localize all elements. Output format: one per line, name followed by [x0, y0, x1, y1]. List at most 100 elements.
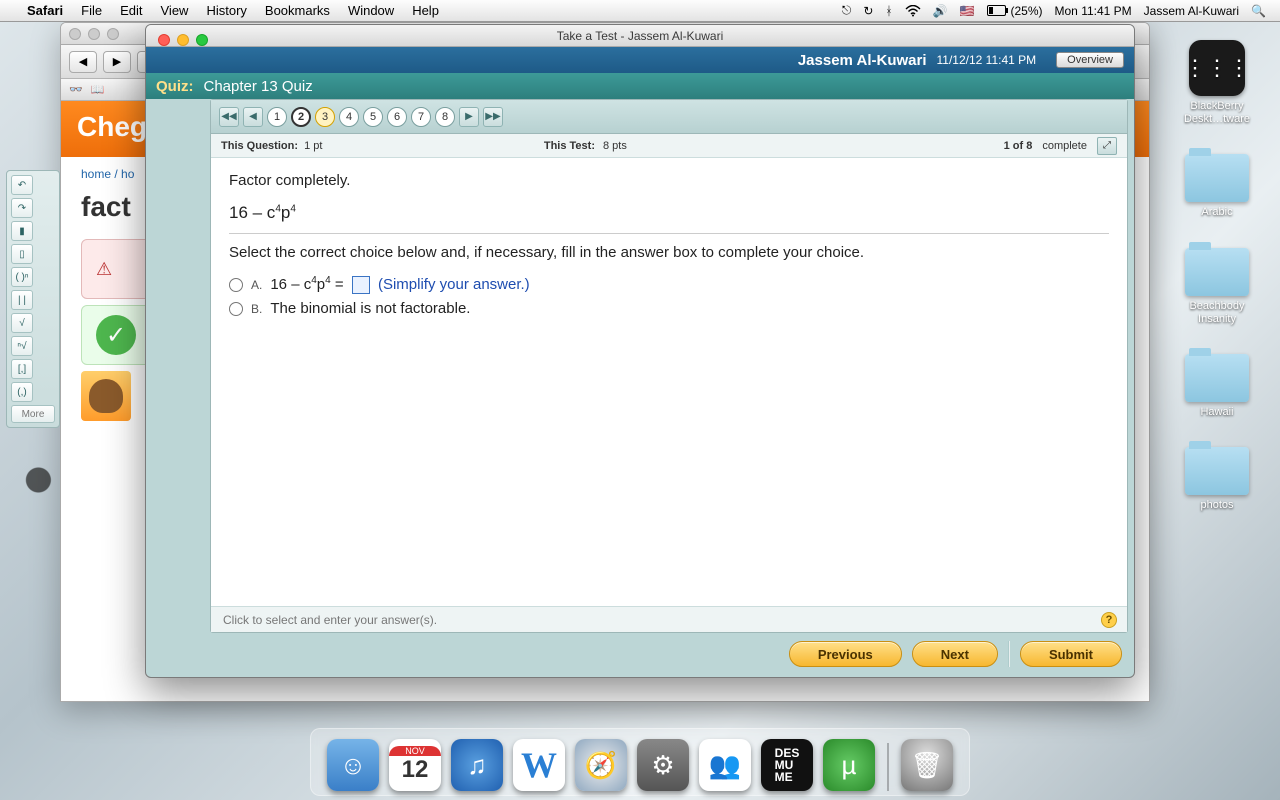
cal-month: NOV — [389, 746, 441, 756]
previous-button[interactable]: Previous — [789, 641, 902, 667]
safari-traffic-lights[interactable] — [61, 22, 127, 46]
quiz-traffic-lights[interactable] — [150, 28, 216, 52]
overview-button[interactable]: Overview — [1056, 52, 1124, 68]
dock-calendar[interactable]: NOV 12 — [389, 739, 441, 791]
pager-q3[interactable]: 3 — [315, 107, 335, 127]
pager-last[interactable]: ▶▶ — [483, 107, 503, 127]
pager-prev[interactable]: ◀ — [243, 107, 263, 127]
pager-q6[interactable]: 6 — [387, 107, 407, 127]
avatar-icon — [89, 379, 123, 413]
dock-messenger[interactable]: 👥 — [699, 739, 751, 791]
submit-button[interactable]: Submit — [1020, 641, 1122, 667]
pager-next[interactable]: ▶ — [459, 107, 479, 127]
menu-bookmarks[interactable]: Bookmarks — [256, 3, 339, 18]
choice-a[interactable]: A. 16 – c4p4 = (Simplify your answer.) — [229, 275, 1109, 294]
choice-a-expr: 16 – c4p4 = (Simplify your answer.) — [270, 275, 529, 294]
dock-itunes[interactable]: ♫ — [451, 739, 503, 791]
pager-first[interactable]: ◀◀ — [219, 107, 239, 127]
redo-button[interactable]: ↷ — [11, 198, 33, 218]
folder-icon — [1185, 154, 1249, 202]
undo-button[interactable]: ↶ — [11, 175, 33, 195]
dock-sysprefs[interactable]: ⚙ — [637, 739, 689, 791]
pager-q1[interactable]: 1 — [267, 107, 287, 127]
hint-bar: Click to select and enter your answer(s)… — [211, 606, 1127, 632]
divider — [229, 233, 1109, 234]
instruction-text: Factor completely. — [229, 172, 1109, 189]
quiz-title-bar: Quiz: Chapter 13 Quiz — [146, 73, 1134, 99]
divider — [1008, 641, 1010, 667]
desktop-folder-photos[interactable]: photos — [1172, 447, 1262, 512]
nroot-button[interactable]: ⁿ√ — [11, 336, 33, 356]
dock: ☺ NOV 12 ♫ W 🧭 ⚙ 👥 DESMUME µ 🗑 — [310, 728, 970, 796]
timemachine-icon[interactable]: ↻ — [857, 4, 879, 18]
mixed-button[interactable]: ▯ — [11, 244, 33, 264]
dock-trash[interactable]: 🗑 — [901, 739, 953, 791]
coord-button[interactable]: (,) — [11, 382, 33, 402]
desktop-icons: ⋮⋮⋮ BlackBerry Deskt…tware Arabic Beachb… — [1172, 40, 1262, 512]
dock-safari[interactable]: 🧭 — [575, 739, 627, 791]
forward-button[interactable]: ▶ — [103, 51, 131, 73]
volume-icon[interactable]: 🔊 — [927, 4, 954, 18]
exponent-button[interactable]: ( )ⁿ — [11, 267, 33, 287]
wifi-icon[interactable] — [899, 5, 927, 17]
pager-q5[interactable]: 5 — [363, 107, 383, 127]
menu-edit[interactable]: Edit — [111, 3, 151, 18]
desktop-folder-arabic[interactable]: Arabic — [1172, 154, 1262, 219]
back-button[interactable]: ◀ — [69, 51, 97, 73]
user-menu[interactable]: Jassem Al-Kuwari — [1138, 4, 1245, 18]
menu-help[interactable]: Help — [403, 3, 448, 18]
radio-b[interactable] — [229, 302, 243, 316]
battery-text: (25%) — [1011, 4, 1043, 18]
interval-button[interactable]: [,] — [11, 359, 33, 379]
quiz-window: Take a Test - Jassem Al-Kuwari Jassem Al… — [145, 24, 1135, 678]
menu-view[interactable]: View — [152, 3, 198, 18]
next-button[interactable]: Next — [912, 641, 998, 667]
pager-q4[interactable]: 4 — [339, 107, 359, 127]
dock-finder[interactable]: ☺ — [327, 739, 379, 791]
app-menu[interactable]: Safari — [18, 3, 72, 18]
menulet-icon[interactable]: ⎋ — [836, 3, 858, 18]
spotlight-icon[interactable]: 🔍 — [1245, 4, 1272, 18]
pager-q7[interactable]: 7 — [411, 107, 431, 127]
zoom-button[interactable] — [196, 34, 208, 46]
menu-window[interactable]: Window — [339, 3, 403, 18]
flag-icon[interactable]: 🇺🇸 — [954, 4, 981, 18]
desktop-folder-beachbody[interactable]: Beachbody Insanity — [1172, 248, 1262, 326]
abs-button[interactable]: | | — [11, 290, 33, 310]
expand-icon[interactable]: ⤢ — [1097, 137, 1117, 155]
sqrt-button[interactable]: √ — [11, 313, 33, 333]
radio-a[interactable] — [229, 278, 243, 292]
answer-input-box[interactable] — [352, 276, 370, 294]
student-name: Jassem Al-Kuwari — [798, 52, 927, 69]
desktop-app-blackberry[interactable]: ⋮⋮⋮ BlackBerry Deskt…tware — [1172, 40, 1262, 126]
quiz-titlebar[interactable]: Take a Test - Jassem Al-Kuwari — [146, 25, 1134, 47]
minimize-button[interactable] — [177, 34, 189, 46]
warning-icon: ⚠ — [96, 259, 112, 280]
icon-label: Arabic — [1201, 206, 1232, 219]
bluetooth-icon[interactable]: ᚼ — [879, 4, 898, 18]
menu-file[interactable]: File — [72, 3, 111, 18]
battery-icon[interactable]: (25%) — [981, 4, 1049, 18]
bookmark-icon[interactable]: 📖 — [91, 83, 105, 96]
pager-q2[interactable]: 2 — [291, 107, 311, 127]
dock-utorrent[interactable]: µ — [823, 739, 875, 791]
clock[interactable]: Mon 11:41 PM — [1049, 4, 1138, 18]
fraction-button[interactable]: ▮ — [11, 221, 33, 241]
hint-text: Click to select and enter your answer(s)… — [223, 613, 437, 627]
dock-desmume[interactable]: DESMUME — [761, 739, 813, 791]
this-test-label: This Test: — [544, 140, 595, 152]
progress-text: 1 of 8 — [1004, 140, 1033, 152]
help-icon[interactable]: ? — [1101, 612, 1117, 628]
close-button[interactable] — [158, 34, 170, 46]
reader-icon[interactable]: 👓 — [69, 83, 83, 96]
desktop-folder-hawaii[interactable]: Hawaii — [1172, 354, 1262, 419]
pager-q8[interactable]: 8 — [435, 107, 455, 127]
dock-word[interactable]: W — [513, 739, 565, 791]
avatar-box[interactable] — [81, 371, 131, 421]
quiz-label: Quiz: — [156, 78, 194, 95]
menu-history[interactable]: History — [197, 3, 255, 18]
palette-more-button[interactable]: More — [11, 405, 55, 423]
choice-a-label: A. — [251, 278, 262, 292]
choice-b[interactable]: B. The binomial is not factorable. — [229, 300, 1109, 317]
answer-choices: A. 16 – c4p4 = (Simplify your answer.) B… — [229, 275, 1109, 317]
